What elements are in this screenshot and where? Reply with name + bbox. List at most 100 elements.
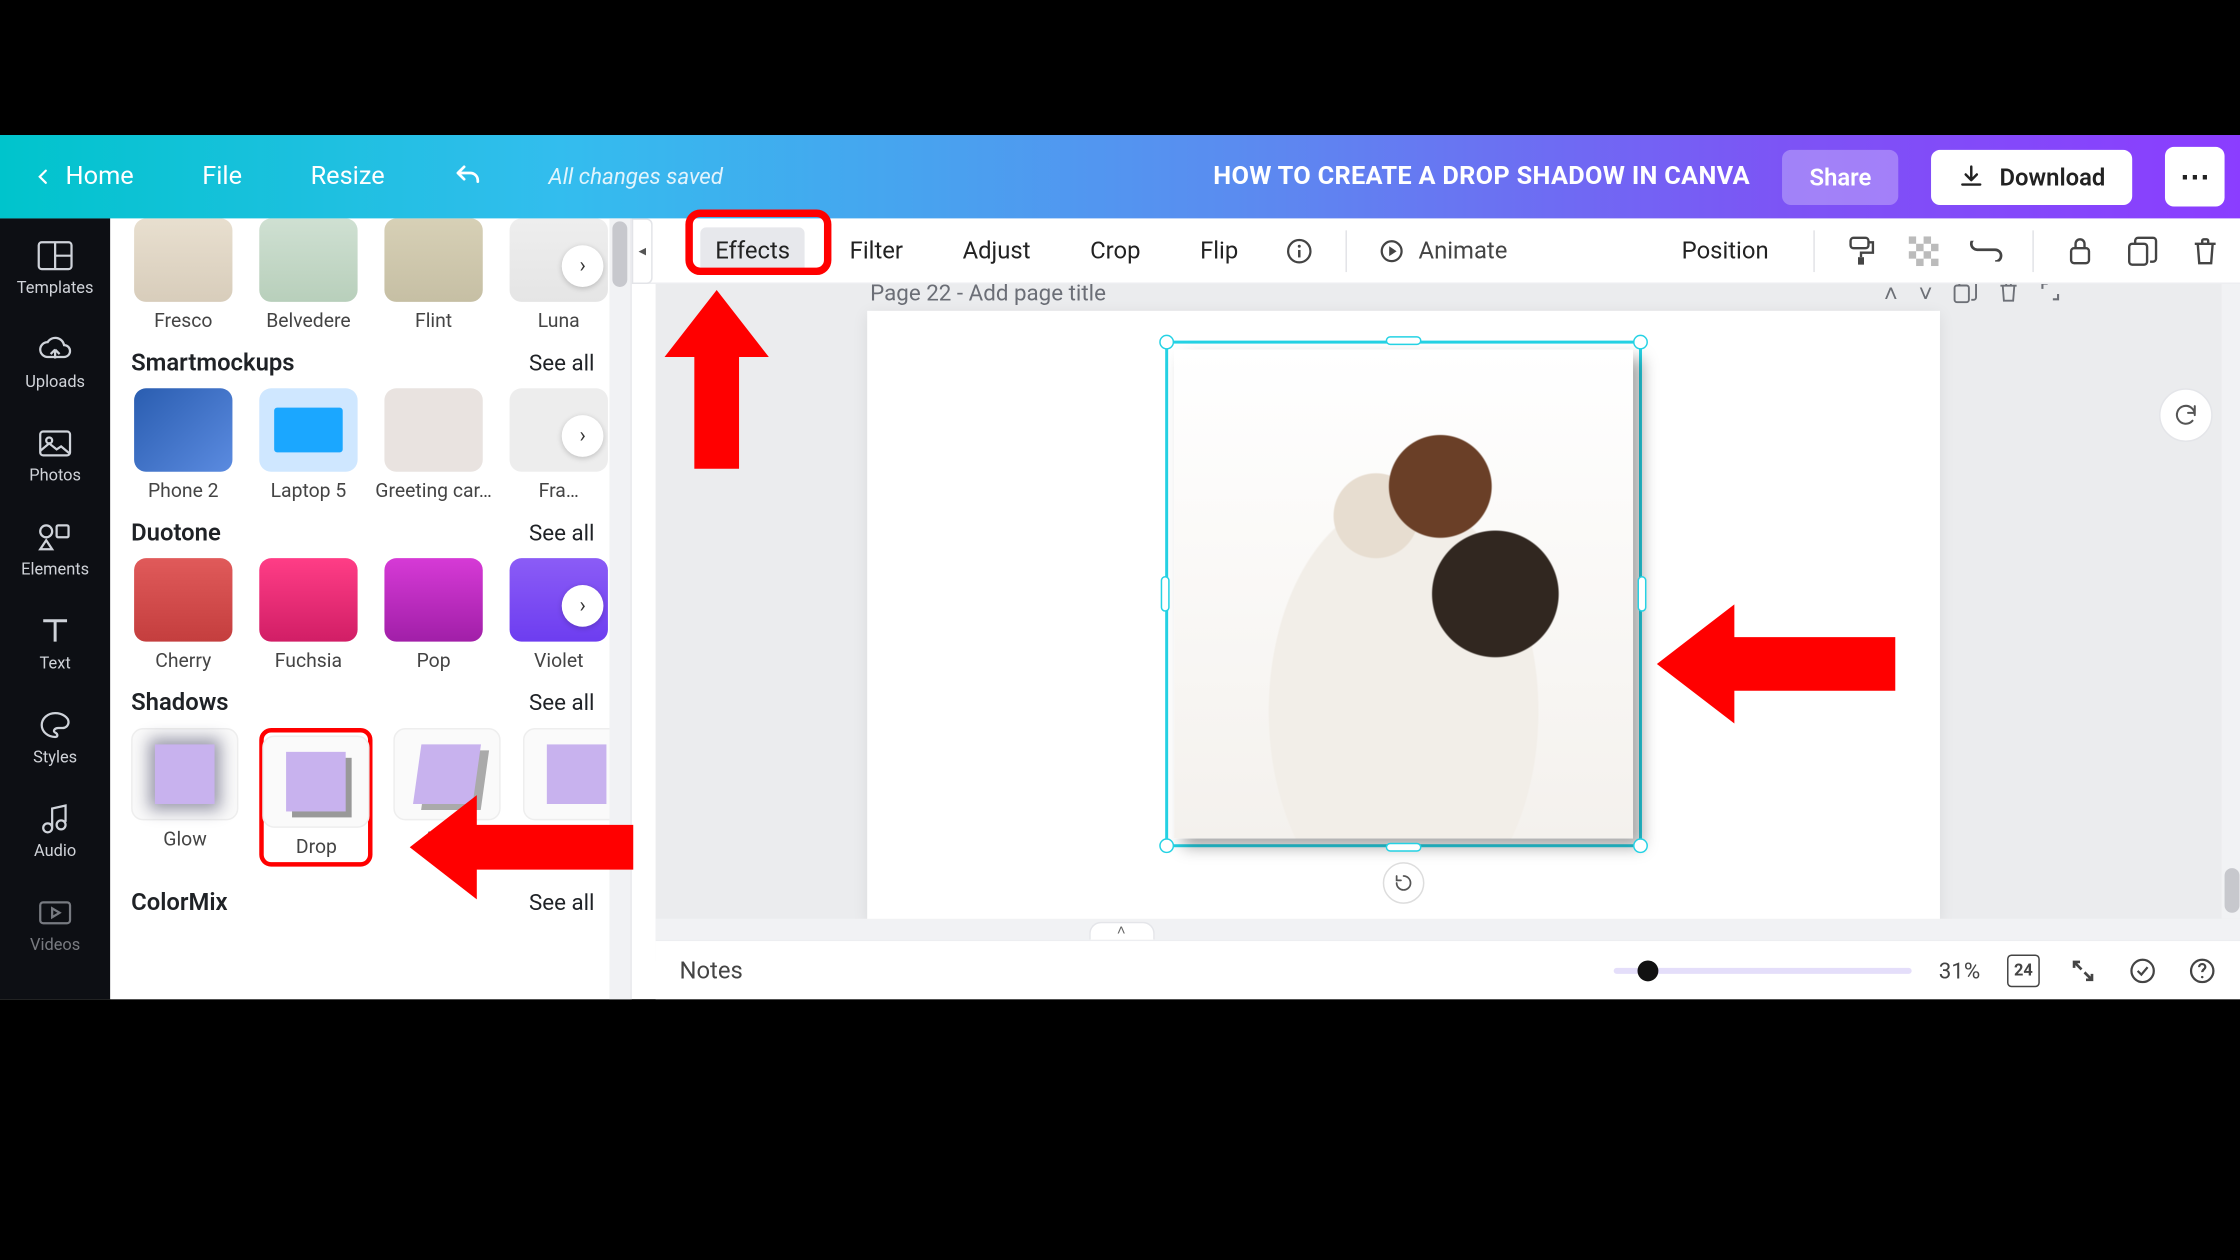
position-button[interactable]: Position (1667, 227, 1784, 273)
scroll-right-button[interactable]: › (562, 415, 604, 457)
rail-uploads-label: Uploads (25, 372, 85, 391)
rail-uploads[interactable]: Uploads (0, 318, 110, 409)
resize-handle[interactable] (1638, 576, 1647, 612)
mockup-item[interactable]: Greeting car… (381, 388, 485, 503)
home-button[interactable]: Home (18, 153, 149, 201)
see-all-link[interactable]: See all (529, 689, 595, 716)
more-menu[interactable]: ⋯ (2165, 147, 2225, 207)
effects-panel: Fresco Belvedere Flint Luna › Smartmocku… (110, 218, 632, 999)
rail-photos[interactable]: Photos (0, 412, 110, 503)
rail-videos[interactable]: Videos (0, 881, 110, 972)
design-page[interactable] (867, 311, 1940, 922)
trash-icon (1998, 284, 2019, 303)
scroll-right-button[interactable]: › (562, 585, 604, 627)
selected-element[interactable] (1165, 341, 1642, 848)
rail-text[interactable]: Text (0, 600, 110, 691)
mockup-item[interactable]: Phone 2 (131, 388, 235, 503)
file-menu[interactable]: File (187, 153, 257, 201)
duplicate-page-button[interactable] (1953, 284, 1977, 309)
resize-handle[interactable] (1161, 576, 1170, 612)
resize-handle[interactable] (1159, 838, 1174, 853)
page-title-input[interactable]: Page 22 - Add page title (870, 284, 1106, 306)
duotone-item[interactable]: Pop (381, 558, 485, 673)
notes-button[interactable]: Notes (679, 956, 742, 984)
filter-item[interactable]: Flint (381, 218, 485, 333)
shadow-label: Drop (296, 837, 337, 859)
shadow-angle[interactable]: Angle (394, 728, 502, 867)
rail-audio[interactable]: Audio (0, 788, 110, 879)
zoom-slider[interactable] (1614, 967, 1912, 973)
info-button[interactable] (1283, 234, 1316, 267)
side-rail: Templates Uploads Photos Elements Text S… (0, 218, 110, 999)
filter-button[interactable]: Filter (835, 227, 918, 273)
delete-button[interactable] (2189, 234, 2222, 267)
resize-handle[interactable] (1633, 335, 1648, 350)
rail-templates[interactable]: Templates (0, 224, 110, 315)
rotate-handle[interactable] (1383, 862, 1425, 904)
effects-button[interactable]: Effects (700, 227, 805, 273)
filter-item[interactable]: Belvedere (256, 218, 360, 333)
zoom-value[interactable]: 31% (1939, 957, 1981, 984)
crop-button[interactable]: Crop (1075, 227, 1155, 273)
duotone-label: Violet (534, 651, 583, 673)
canvas-horizontal-scrollbar[interactable] (656, 919, 2240, 940)
filter-label: Luna (538, 311, 580, 333)
panel-scrollbar[interactable] (609, 218, 630, 999)
expand-bottom-button[interactable]: ˄ (1088, 922, 1154, 940)
download-button[interactable]: Download (1931, 149, 2132, 204)
link-button[interactable] (1970, 234, 2003, 267)
mockup-label: Phone 2 (148, 481, 219, 503)
duplicate-button[interactable] (2126, 234, 2159, 267)
shadow-drop[interactable]: Drop (260, 728, 373, 867)
music-note-icon (42, 804, 69, 834)
duotone-item[interactable]: Fuchsia (256, 558, 360, 673)
puppy-image[interactable] (1174, 350, 1633, 839)
lock-button[interactable] (2064, 234, 2097, 267)
resize-menu[interactable]: Resize (296, 153, 400, 201)
transparency-button[interactable] (1907, 234, 1940, 267)
collapse-panel-button[interactable]: ◂ (632, 218, 653, 284)
page-up-button[interactable]: ˄ (1884, 284, 1898, 309)
expand-page-button[interactable] (2040, 284, 2061, 309)
mockup-item[interactable]: Laptop 5 (256, 388, 360, 503)
resize-handle[interactable] (1633, 838, 1648, 853)
design-title[interactable]: HOW TO CREATE A DROP SHADOW IN CANVA (1213, 162, 1750, 192)
undo-button[interactable] (438, 153, 498, 201)
reset-view-button[interactable] (2159, 388, 2213, 442)
share-button[interactable]: Share (1783, 149, 1898, 204)
animate-button[interactable]: Animate (1377, 234, 1508, 267)
page-down-button[interactable]: ˅ (1919, 284, 1933, 309)
delete-page-button[interactable] (1998, 284, 2019, 309)
expand-icon (2040, 284, 2061, 302)
canvas-area[interactable]: Page 22 - Add page title ˄ ˅ (656, 284, 2240, 960)
zoom-knob[interactable] (1638, 960, 1659, 981)
scroll-right-button[interactable]: › (562, 245, 604, 287)
see-all-link[interactable]: See all (529, 349, 595, 376)
rail-styles[interactable]: Styles (0, 694, 110, 785)
resize-handle[interactable] (1386, 843, 1422, 852)
resize-handle[interactable] (1159, 335, 1174, 350)
mockup-label: Greeting car… (375, 481, 492, 503)
copy-style-button[interactable] (1845, 234, 1878, 267)
canvas-vertical-scrollbar[interactable] (2222, 284, 2240, 919)
see-all-link[interactable]: See all (529, 888, 595, 915)
rotate-icon (1393, 873, 1414, 894)
bottom-bar: Notes 31% 24 (656, 940, 2240, 1000)
duotone-item[interactable]: Cherry (131, 558, 235, 673)
rail-elements[interactable]: Elements (0, 506, 110, 597)
help-button[interactable] (2186, 955, 2219, 985)
download-label: Download (2000, 163, 2106, 191)
checkmark-button[interactable] (2126, 955, 2159, 985)
page-count-button[interactable]: 24 (2007, 954, 2040, 987)
fullscreen-button[interactable] (2067, 958, 2100, 982)
page-controls: ˄ ˅ (1884, 284, 2061, 309)
flip-button[interactable]: Flip (1185, 227, 1253, 273)
shadow-glow[interactable]: Glow (131, 728, 239, 867)
chevron-left-icon (33, 166, 54, 187)
filter-item[interactable]: Fresco (131, 218, 235, 333)
rail-audio-label: Audio (34, 841, 76, 860)
see-all-link[interactable]: See all (529, 519, 595, 546)
resize-handle[interactable] (1386, 336, 1422, 345)
page-count-badge: 24 (2007, 954, 2040, 987)
adjust-button[interactable]: Adjust (948, 227, 1046, 273)
